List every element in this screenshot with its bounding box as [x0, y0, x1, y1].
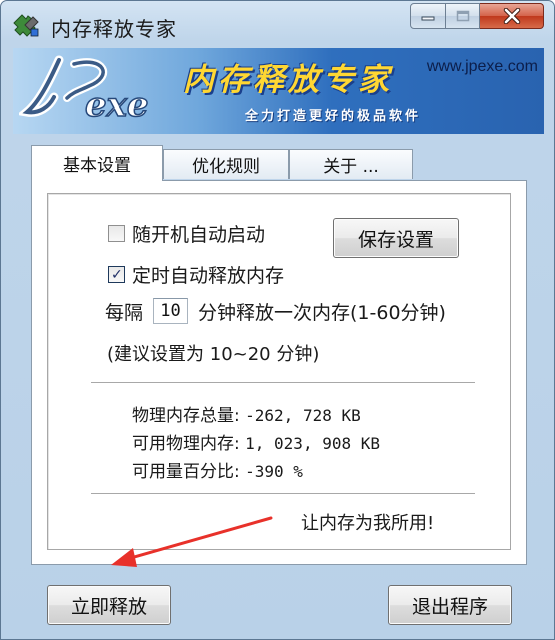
caption-buttons: [410, 3, 544, 31]
exit-button[interactable]: 退出程序: [388, 585, 512, 625]
stat-total-physical-memory: 物理内存总量: -262, 728 KB: [132, 401, 361, 426]
bottom-slogan: 让内存为我所用!: [301, 513, 435, 534]
banner-slogan: 全力打造更好的极品软件: [245, 109, 422, 124]
autostart-label[interactable]: 随开机自动启动: [132, 220, 265, 247]
interval-prefix: 每隔: [105, 302, 144, 324]
maximize-button[interactable]: [446, 3, 480, 29]
divider: [91, 493, 475, 495]
timed-release-label[interactable]: 定时自动释放内存: [132, 261, 284, 288]
minimize-icon: [421, 16, 435, 21]
tab-label: 关于 ...: [323, 157, 379, 177]
stat-label: 可用量百分比:: [132, 462, 240, 482]
exit-label: 退出程序: [411, 595, 488, 618]
minimize-button[interactable]: [410, 3, 446, 29]
close-icon: [503, 8, 520, 24]
interval-input[interactable]: 10: [153, 298, 188, 324]
stat-value: 1, 023, 908 KB: [245, 434, 380, 453]
puzzle-icon: [13, 14, 39, 37]
checkmark-icon: ✓: [111, 267, 123, 283]
svg-text:exe: exe: [85, 85, 149, 125]
maximize-icon: [456, 10, 469, 22]
stat-value: -390 %: [245, 462, 303, 481]
banner-url: www.jpexe.com: [426, 58, 538, 75]
stat-value: -262, 728 KB: [245, 406, 361, 425]
app-window: 内存释放专家 exe 内存释放专家 www.jpexe.com 全力打造更好的极…: [0, 0, 555, 640]
stat-label: 物理内存总量:: [132, 406, 240, 426]
save-settings-button[interactable]: 保存设置: [333, 218, 459, 258]
divider: [91, 382, 475, 384]
stat-available-percentage: 可用量百分比: -390 %: [132, 457, 303, 482]
timed-release-checkbox[interactable]: ✓: [108, 266, 125, 283]
interval-suggestion: (建议设置为 10~20 分钟): [107, 344, 320, 365]
release-now-label: 立即释放: [70, 595, 147, 618]
close-button[interactable]: [480, 3, 544, 29]
autostart-checkbox[interactable]: [108, 225, 125, 242]
tab-label: 基本设置: [63, 156, 131, 176]
window-title: 内存释放专家: [51, 17, 177, 41]
interval-suffix: 分钟释放一次内存(1-60分钟): [198, 302, 446, 324]
stat-label: 可用物理内存:: [132, 434, 240, 454]
stat-available-physical-memory: 可用物理内存: 1, 023, 908 KB: [132, 429, 380, 454]
release-now-button[interactable]: 立即释放: [47, 585, 171, 625]
save-settings-label: 保存设置: [357, 228, 434, 251]
tab-about[interactable]: 关于 ...: [289, 149, 413, 179]
app-banner: exe 内存释放专家 www.jpexe.com 全力打造更好的极品软件: [13, 48, 544, 134]
banner-title: 内存释放专家: [183, 62, 393, 98]
title-bar[interactable]: 内存释放专家: [1, 1, 554, 47]
tab-label: 优化规则: [192, 157, 260, 177]
tab-basic-settings[interactable]: 基本设置: [31, 145, 163, 181]
tab-optimization-rules[interactable]: 优化规则: [163, 149, 289, 179]
